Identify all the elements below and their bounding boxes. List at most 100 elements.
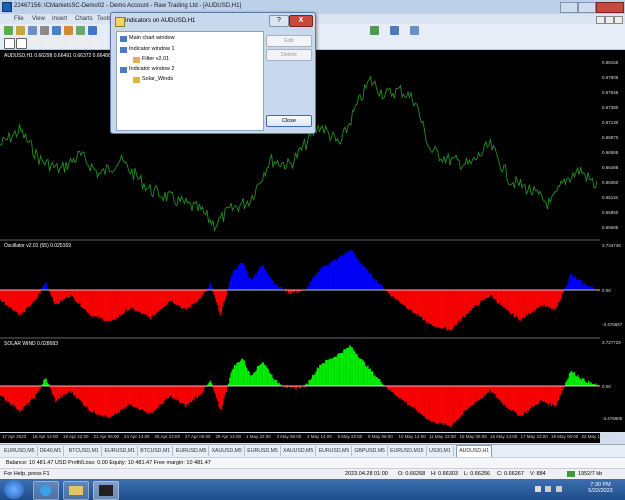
chart-tab[interactable]: XAUUSD,M5: [210, 446, 245, 456]
network-icon[interactable]: [545, 486, 551, 492]
price-axis[interactable]: 0.68155 0.67905 0.67645 0.67380 0.67130 0.668…: [600, 50, 625, 432]
osc-bar: [325, 265, 327, 290]
status-datetime: 2023.04.28 01:00: [345, 471, 388, 477]
time-axis-label: 19 May 06:00: [551, 434, 579, 439]
close-button[interactable]: Close: [266, 115, 312, 127]
clock[interactable]: 7:30 PM 5/22/2023: [578, 482, 623, 494]
menu-view[interactable]: View: [32, 16, 45, 22]
text-icon[interactable]: [90, 38, 99, 47]
help-button[interactable]: ?: [269, 15, 289, 27]
start-button[interactable]: [4, 480, 24, 499]
menu-file[interactable]: File: [14, 16, 24, 22]
mdi-minimize-icon[interactable]: [596, 16, 605, 24]
osc-bar: [586, 383, 589, 386]
time-axis: 17 Apr 2023 18 Apr 14:00 19 Apr 22:00 21 Ap…: [0, 433, 609, 443]
channel-icon[interactable]: [66, 38, 75, 47]
osc-bar: [310, 281, 313, 290]
osc-bar: [86, 290, 88, 313]
history-icon[interactable]: [410, 26, 419, 35]
osc-bar: [530, 386, 532, 408]
chart-tab[interactable]: BTCUSD,M1: [67, 446, 102, 456]
osc-bar: [432, 290, 434, 326]
close-window-button[interactable]: [596, 2, 624, 13]
chart-tab[interactable]: EURUSD,M5: [2, 446, 38, 456]
osc-bar: [439, 386, 441, 423]
osc-bar: [319, 269, 321, 290]
minimize-button[interactable]: [560, 2, 578, 13]
osc-bar: [260, 363, 262, 386]
osc-bar: [481, 386, 483, 399]
profiles-icon[interactable]: [16, 26, 25, 35]
cursor-icon[interactable]: [4, 38, 15, 49]
osc-bar: [14, 290, 16, 311]
osc-bar: [442, 386, 445, 426]
fibonacci-icon[interactable]: [78, 38, 87, 47]
osc-bar: [530, 290, 532, 313]
chart-tab[interactable]: EURUSD,M5: [245, 446, 281, 456]
chart-tab[interactable]: EURUSD,M5: [174, 446, 210, 456]
chart-tab[interactable]: BTCUSD,M1: [138, 446, 174, 456]
ie-icon[interactable]: [33, 481, 59, 500]
navigator-icon[interactable]: [40, 26, 49, 35]
edit-button[interactable]: Edit: [266, 35, 312, 47]
osc-bar: [152, 386, 154, 414]
settings-icon[interactable]: [390, 26, 399, 35]
tree-node-filter[interactable]: Filter v2.01: [142, 56, 169, 62]
osc-bar: [259, 267, 261, 290]
chart-tab[interactable]: XAUUSD,M5: [281, 446, 317, 456]
chart-tab[interactable]: EURUSD,M5: [317, 446, 353, 456]
strategy-tester-icon[interactable]: [64, 26, 73, 35]
new-order-icon[interactable]: [76, 26, 85, 35]
menu-charts[interactable]: Charts: [75, 16, 93, 22]
chart-tab[interactable]: EURUSD,M1: [103, 446, 139, 456]
osc-bar: [151, 290, 153, 317]
tree-node-indicator-window-2[interactable]: Indicator window 2: [129, 66, 175, 72]
terminal-icon[interactable]: [52, 26, 61, 35]
delete-button[interactable]: Delete: [266, 49, 312, 61]
osc-bar: [367, 269, 369, 290]
chart-tab[interactable]: US30,M1: [427, 446, 454, 456]
autotrading-icon[interactable]: [370, 26, 379, 35]
metaeditor-icon[interactable]: [88, 26, 97, 35]
tray-arrow-icon[interactable]: [535, 486, 541, 492]
osc-bar: [570, 274, 572, 290]
new-chart-icon[interactable]: [4, 26, 13, 35]
mdi-restore-icon[interactable]: [605, 16, 614, 24]
osc-bar: [397, 386, 399, 398]
maximize-button[interactable]: [578, 2, 596, 13]
tree-node-indicator-window-1[interactable]: Indicator window 1: [129, 46, 175, 52]
horizontal-line-icon[interactable]: [42, 38, 51, 47]
osc-bar: [579, 280, 581, 290]
chart-tab[interactable]: EURUSD,M15: [388, 446, 427, 456]
osc-bar: [421, 290, 423, 318]
osc-bar: [98, 290, 100, 319]
osc-bar: [528, 386, 530, 412]
osc-bar: [470, 386, 472, 406]
osc-bar: [334, 356, 337, 386]
explorer-icon[interactable]: [63, 481, 89, 500]
dialog-close-x-button[interactable]: X: [289, 15, 313, 27]
menu-tools[interactable]: Tools: [97, 16, 111, 22]
metatrader-icon[interactable]: [93, 481, 119, 500]
osc-bar: [8, 290, 10, 308]
mdi-close-icon[interactable]: [614, 16, 623, 24]
osc-bar: [396, 290, 398, 300]
chart-tab[interactable]: DE40,M1: [38, 446, 65, 456]
osc-bar: [66, 290, 68, 297]
balance-text: Balance: 10 481.47 USD Profit/Loss: 0.00…: [6, 460, 211, 466]
volume-icon[interactable]: [556, 486, 562, 492]
osc-bar: [460, 386, 463, 415]
osc-bar: [202, 290, 205, 294]
osc-bar: [6, 290, 8, 305]
market-watch-icon[interactable]: [28, 26, 37, 35]
vertical-line-icon[interactable]: [30, 38, 39, 47]
trendline-icon[interactable]: [54, 38, 63, 47]
menu-insert[interactable]: Insert: [52, 16, 67, 22]
osc-bar: [86, 386, 88, 407]
tree-node-solar-winds[interactable]: Solar_Winds: [142, 76, 173, 82]
chart-tab[interactable]: GBPUSD,M5: [352, 446, 388, 456]
osc-bar: [145, 290, 147, 315]
crosshair-icon[interactable]: [16, 38, 27, 49]
chart-header: AUDUSD,H1 0.66298 0.66491 0.66372 0.6648…: [4, 53, 111, 59]
tree-node-main[interactable]: Main chart window: [129, 35, 175, 41]
